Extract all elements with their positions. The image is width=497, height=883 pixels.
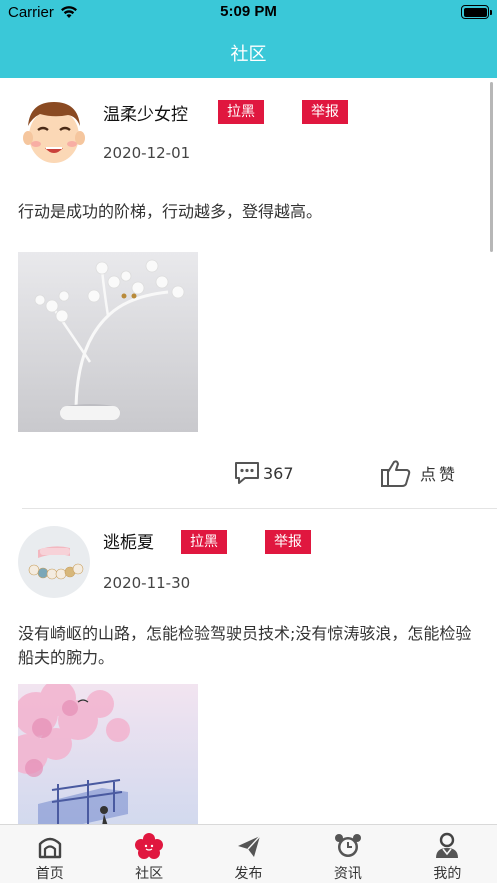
alarm-clock-icon <box>334 834 361 857</box>
thumbs-up-icon <box>381 460 411 487</box>
tab-home[interactable]: 首页 <box>0 825 99 883</box>
like-label: 点赞 <box>420 465 459 484</box>
report-button[interactable]: 举报 <box>265 530 311 554</box>
post-date: 2020-12-01 <box>103 144 191 162</box>
tab-publish[interactable]: 发布 <box>199 825 298 883</box>
community-icon <box>135 833 164 859</box>
tab-community[interactable]: 社区 <box>99 825 198 883</box>
community-feed[interactable]: 温柔少女控 拉黑 举报 2020-12-01 行动是成功的阶梯，行动越多，登得越… <box>0 78 497 824</box>
tab-profile[interactable]: 我的 <box>398 825 497 883</box>
tab-label: 首页 <box>35 866 64 882</box>
report-button[interactable]: 举报 <box>302 100 348 124</box>
post-card: 温柔少女控 拉黑 举报 2020-12-01 行动是成功的阶梯，行动越多，登得越… <box>0 78 497 508</box>
like-button[interactable]: 点赞 <box>380 458 458 488</box>
status-bar: Carrier 5:09 PM <box>0 0 497 26</box>
post-card: 逃栀夏 拉黑 举报 2020-11-30 没有崎岖的山路，怎能检验驾驶员技术;没… <box>0 508 497 824</box>
status-time: 5:09 PM <box>220 3 277 20</box>
post-text: 行动是成功的阶梯，行动越多，登得越高。 <box>18 202 323 221</box>
block-button[interactable]: 拉黑 <box>181 530 227 554</box>
tab-label: 我的 <box>433 866 462 882</box>
nav-bar: 社区 <box>0 26 497 78</box>
home-icon <box>38 837 61 859</box>
comment-count: 367 <box>263 463 294 483</box>
tab-label: 社区 <box>135 866 164 882</box>
avatar[interactable] <box>18 96 90 168</box>
tab-news[interactable]: 资讯 <box>298 825 397 883</box>
post-date: 2020-11-30 <box>103 574 191 592</box>
username[interactable]: 温柔少女控 <box>103 100 188 125</box>
battery-icon <box>461 5 492 19</box>
tab-label: 发布 <box>234 866 263 882</box>
block-button[interactable]: 拉黑 <box>218 100 264 124</box>
username[interactable]: 逃栀夏 <box>103 528 154 553</box>
comment-icon <box>235 462 259 484</box>
page-title: 社区 <box>230 44 267 65</box>
comment-button[interactable]: 367 <box>233 460 294 486</box>
avatar[interactable] <box>18 526 90 598</box>
send-icon <box>237 835 261 857</box>
post-image[interactable] <box>18 684 198 824</box>
tab-bar: 首页 社区 发布 资讯 我的 <box>0 824 497 883</box>
tab-label: 资讯 <box>333 866 362 882</box>
post-text: 没有崎岖的山路，怎能检验驾驶员技术;没有惊涛骇浪，怎能检验船夫的腕力。 <box>18 624 472 667</box>
user-icon <box>436 832 459 858</box>
post-image[interactable] <box>18 252 198 432</box>
